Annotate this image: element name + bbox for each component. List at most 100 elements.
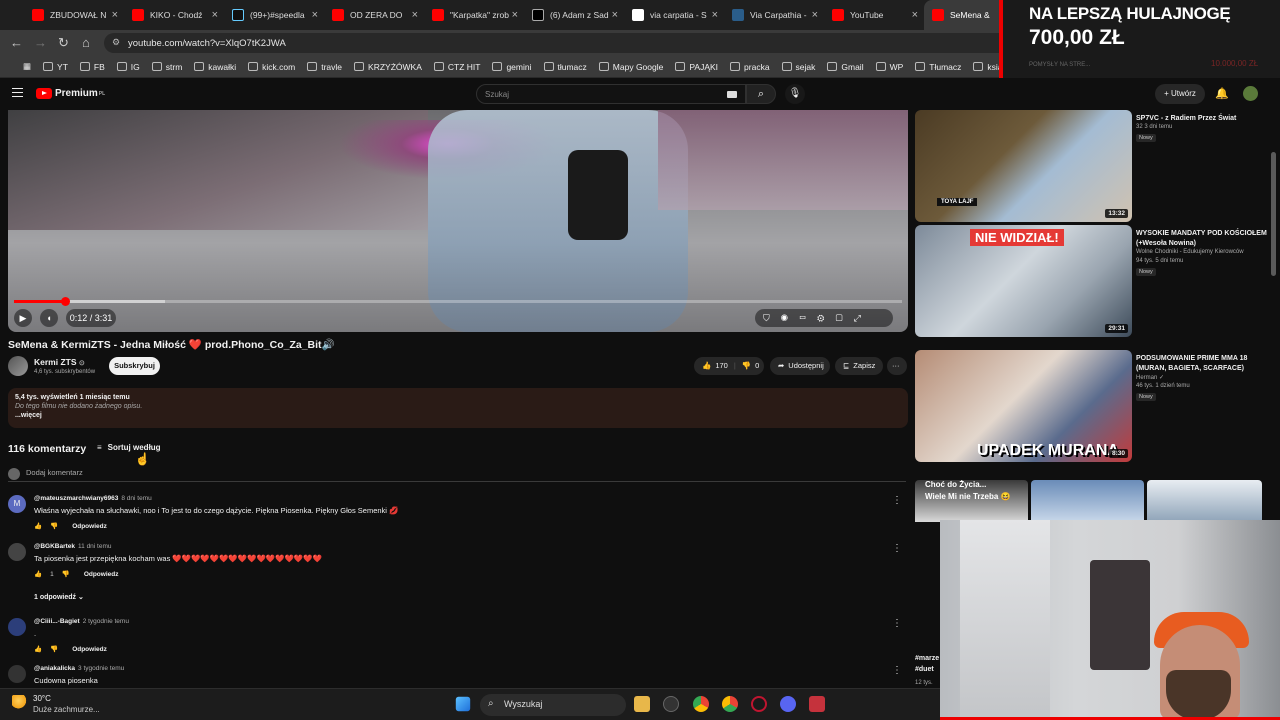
task-view-icon[interactable] — [663, 696, 679, 712]
bookmark-item[interactable]: kawałki — [189, 62, 241, 72]
close-tab-icon[interactable]: × — [612, 9, 618, 21]
close-tab-icon[interactable]: × — [412, 9, 418, 21]
bookmark-item[interactable]: Gmail — [822, 62, 868, 72]
comment-menu-icon[interactable]: ⋮ — [892, 495, 902, 506]
apps-grid-icon[interactable]: ▦ — [18, 61, 36, 72]
description-box[interactable]: 5,4 tys. wyświetleń 1 miesiąc temu Do te… — [8, 388, 908, 428]
bookmark-item[interactable]: KRZYŻÓWKA — [349, 62, 427, 72]
comment-avatar[interactable]: M — [8, 495, 26, 513]
app-icon[interactable] — [809, 696, 825, 712]
add-comment-field[interactable]: Dodaj komentarz — [8, 468, 906, 482]
short-thumb-3[interactable] — [1147, 480, 1262, 522]
subtitles-icon[interactable]: ▭ — [799, 313, 817, 323]
browser-tab[interactable]: Via Carpathia - × — [724, 0, 824, 30]
voice-search-button[interactable]: 🎙 — [785, 84, 805, 104]
video-player[interactable]: ▶ ◖ 0:12 / 3:31 ⛉◉▭⚙▢⤢ — [8, 110, 908, 332]
sort-button[interactable]: ≡ Sortuj według — [97, 443, 161, 452]
play-button[interactable]: ▶ — [14, 309, 32, 327]
channel-avatar[interactable] — [8, 356, 28, 376]
related-video-item[interactable]: NIE WIDZIAŁ! 29:31 WYSOKIE MANDATY POD KOŚ… — [915, 225, 1275, 340]
close-tab-icon[interactable]: × — [712, 9, 718, 21]
view-replies-button[interactable]: 1 odpowiedź ⌄ — [34, 593, 84, 601]
short-thumb-1[interactable]: Choć do Życia... Wiele Mi nie Trzeba 😆 — [915, 480, 1028, 522]
close-tab-icon[interactable]: × — [512, 9, 518, 21]
channel-name[interactable]: Kermi ZTS ⊙ — [34, 357, 85, 367]
comment-author[interactable]: @aniakalicka — [34, 665, 75, 672]
close-tab-icon[interactable]: × — [812, 9, 818, 21]
bookmark-item[interactable]: strm — [147, 62, 188, 72]
browser-tab[interactable]: KIKO - Chodź × — [124, 0, 224, 30]
reply-button[interactable]: Odpowiedz — [72, 523, 107, 530]
related-video-channel[interactable]: Wolne Chodniki - Edukujemy Kierowców — [1136, 249, 1274, 255]
related-video-title[interactable]: SP7VC - z Radiem Przez Świat — [1136, 114, 1274, 124]
browser-tab[interactable]: ZBUDOWAŁ N × — [24, 0, 124, 30]
comment-time[interactable]: 8 dni temu — [121, 495, 151, 502]
bell-icon[interactable]: 🔔 — [1215, 87, 1229, 100]
reply-button[interactable]: Odpowiedz — [84, 571, 119, 578]
browser-tab[interactable]: OD ZERA DO × — [324, 0, 424, 30]
comment-like-icon[interactable]: 👍 — [34, 522, 42, 530]
bookmark-item[interactable]: IG — [112, 62, 145, 72]
chrome-alt-icon[interactable] — [722, 696, 738, 712]
bookmark-item[interactable]: travle — [302, 62, 347, 72]
subscribe-button[interactable]: Subskrybuj — [109, 357, 160, 375]
autoplay-toggle-icon[interactable]: ◉ — [781, 313, 799, 323]
comment-time[interactable]: 11 dni temu — [78, 543, 111, 550]
comment-author[interactable]: @BGKBartek — [34, 543, 75, 550]
comment-dislike-icon[interactable]: 👎 — [50, 522, 58, 530]
site-info-icon[interactable]: ⚙ — [112, 37, 120, 48]
progress-scrubber[interactable] — [60, 297, 70, 306]
fullscreen-icon[interactable]: ⤢ — [854, 313, 872, 323]
reply-button[interactable]: Odpowiedz — [72, 646, 107, 653]
keyboard-icon[interactable] — [727, 91, 737, 98]
forward-icon[interactable]: → — [34, 35, 47, 50]
bookmark-item[interactable]: Mapy Google — [594, 62, 669, 72]
bookmark-item[interactable]: PAJĄKI — [670, 62, 723, 72]
comment-menu-icon[interactable]: ⋮ — [892, 618, 902, 629]
bookmark-item[interactable]: pracka — [725, 62, 775, 72]
comment-menu-icon[interactable]: ⋮ — [892, 543, 902, 554]
browser-tab[interactable]: (99+)#speedla × — [224, 0, 324, 30]
close-tab-icon[interactable]: × — [312, 9, 318, 21]
shield-icon[interactable]: ⛉ — [763, 313, 781, 323]
back-icon[interactable]: ← — [10, 35, 23, 50]
close-tab-icon[interactable]: × — [212, 9, 218, 21]
share-button[interactable]: ➦ Udostępnij — [770, 357, 830, 375]
comment-avatar[interactable] — [8, 618, 26, 636]
chrome-icon[interactable] — [693, 696, 709, 712]
comment-time[interactable]: 3 tygodnie temu — [78, 665, 124, 672]
dislike-count[interactable]: 0 — [755, 357, 759, 375]
browser-tab[interactable]: "Karpatka" zrob × — [424, 0, 524, 30]
bookmark-item[interactable]: CTZ HIT — [429, 62, 486, 72]
mute-button[interactable]: ◖ — [40, 309, 58, 327]
comment-author[interactable]: @Ciiii...-Bagiet — [34, 618, 80, 625]
video-thumbnail[interactable]: TOYA LAJF 13:32 — [915, 110, 1132, 222]
like-icon[interactable]: 👍 — [702, 357, 711, 375]
weather-icon[interactable] — [12, 695, 28, 709]
sidebar-scrollbar[interactable] — [1271, 152, 1276, 276]
account-avatar[interactable] — [1243, 86, 1258, 101]
save-button[interactable]: ⊑ Zapisz — [835, 357, 883, 375]
search-input[interactable]: Szukaj — [476, 84, 746, 104]
more-actions-button[interactable]: ··· — [887, 357, 907, 375]
close-tab-icon[interactable]: × — [112, 9, 118, 21]
browser-tab[interactable]: YouTube × — [824, 0, 924, 30]
comment-time[interactable]: 2 tygodnie temu — [83, 618, 129, 625]
reload-icon[interactable]: ↻ — [58, 35, 69, 51]
discord-icon[interactable] — [780, 696, 796, 712]
dislike-icon[interactable]: 👎 — [742, 357, 751, 375]
file-explorer-icon[interactable] — [634, 696, 650, 712]
related-video-item[interactable]: UPADEK MURANA 8:30 PODSUMOWANIE PRIME MMA … — [915, 350, 1275, 465]
home-icon[interactable]: ⌂ — [82, 35, 90, 50]
weather-temperature[interactable]: 30°C — [33, 694, 51, 703]
like-count[interactable]: 170 — [715, 357, 728, 375]
comment-menu-icon[interactable]: ⋮ — [892, 665, 902, 676]
more-link[interactable]: ...więcej — [15, 412, 901, 419]
related-video-title[interactable]: WYSOKIE MANDATY POD KOŚCIOŁEM (+Wesoła N… — [1136, 229, 1274, 249]
windows-start-icon[interactable] — [455, 696, 471, 712]
browser-tab[interactable]: (6) Adam z Sad × — [524, 0, 624, 30]
related-video-item[interactable]: TOYA LAJF 13:32 SP7VC - z Radiem Przez Świ… — [915, 110, 1275, 225]
bookmark-item[interactable]: sejak — [777, 62, 821, 72]
weather-description[interactable]: Duże zachmurze... — [33, 705, 100, 714]
comment-avatar[interactable] — [8, 543, 26, 561]
